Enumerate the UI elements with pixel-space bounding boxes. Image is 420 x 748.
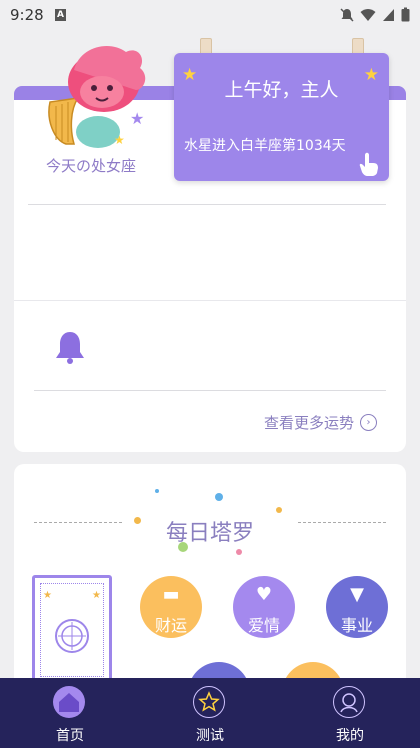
confetti-decoration [155,489,159,493]
profile-icon [333,686,365,718]
status-bar: 9:28 A [0,0,420,30]
confetti-decoration [215,493,223,501]
tarot-category-wealth[interactable]: ▬ 财运 [140,576,202,638]
tarot-title: 每日塔罗 [165,521,254,546]
more-fortune-label: 查看更多运势 [264,414,355,432]
tarot-card-back[interactable]: ★ ★ [32,575,112,685]
tarot-category-career[interactable]: ▼ 事业 [326,576,388,638]
divider [14,300,406,301]
star-icon [193,686,225,718]
tab-test[interactable]: 测试 [170,678,250,748]
divider [34,390,386,391]
svg-text:★: ★ [130,109,144,128]
greeting-text: 上午好，主人 [224,79,339,101]
tie-icon: ▼ [350,584,364,605]
category-label: 爱情 [247,616,280,635]
confetti-decoration [178,542,188,552]
compass-icon [55,619,89,653]
confetti-decoration [236,549,242,555]
tab-profile[interactable]: 我的 [310,678,390,748]
signal-icon [383,8,394,21]
star-icon: ★ [92,590,101,601]
battery-icon [401,7,410,22]
divider [28,204,386,205]
bottom-tab-bar: 首页 测试 我的 [0,678,420,748]
mute-bell-icon [340,7,354,22]
ingot-icon: ▬ [162,584,180,605]
status-time: 9:28 [10,6,44,24]
confetti-decoration [134,517,141,524]
tab-label: 测试 [196,728,224,744]
star-icon: ★ [43,590,52,601]
chevron-right-icon: › [360,414,378,431]
app-notification-icon: A [55,9,66,21]
tap-hand-icon [359,152,378,176]
status-icons [340,7,410,22]
virgo-mascot-icon: ★ ★ [48,46,146,148]
tab-label: 我的 [336,728,364,744]
category-label: 财运 [154,616,187,635]
sign-caption: 今天の处女座 [46,157,137,175]
more-fortune-link[interactable]: 查看更多运势 › [264,412,378,433]
category-label: 事业 [340,616,373,635]
astro-event-text: 水星进入白羊座第1034天 [184,138,346,154]
bell-icon[interactable] [54,330,86,364]
svg-text:★: ★ [114,133,125,147]
wifi-icon [360,8,376,21]
confetti-decoration [276,507,282,513]
home-icon [53,686,85,718]
greeting-note[interactable]: ★ ★ 上午好，主人 水星进入白羊座第1034天 [174,53,389,181]
tarot-category-love[interactable]: ♥ 爱情 [233,576,295,638]
tab-home[interactable]: 首页 [30,678,110,748]
heart-icon: ♥ [255,584,273,605]
tab-label: 首页 [56,728,84,744]
